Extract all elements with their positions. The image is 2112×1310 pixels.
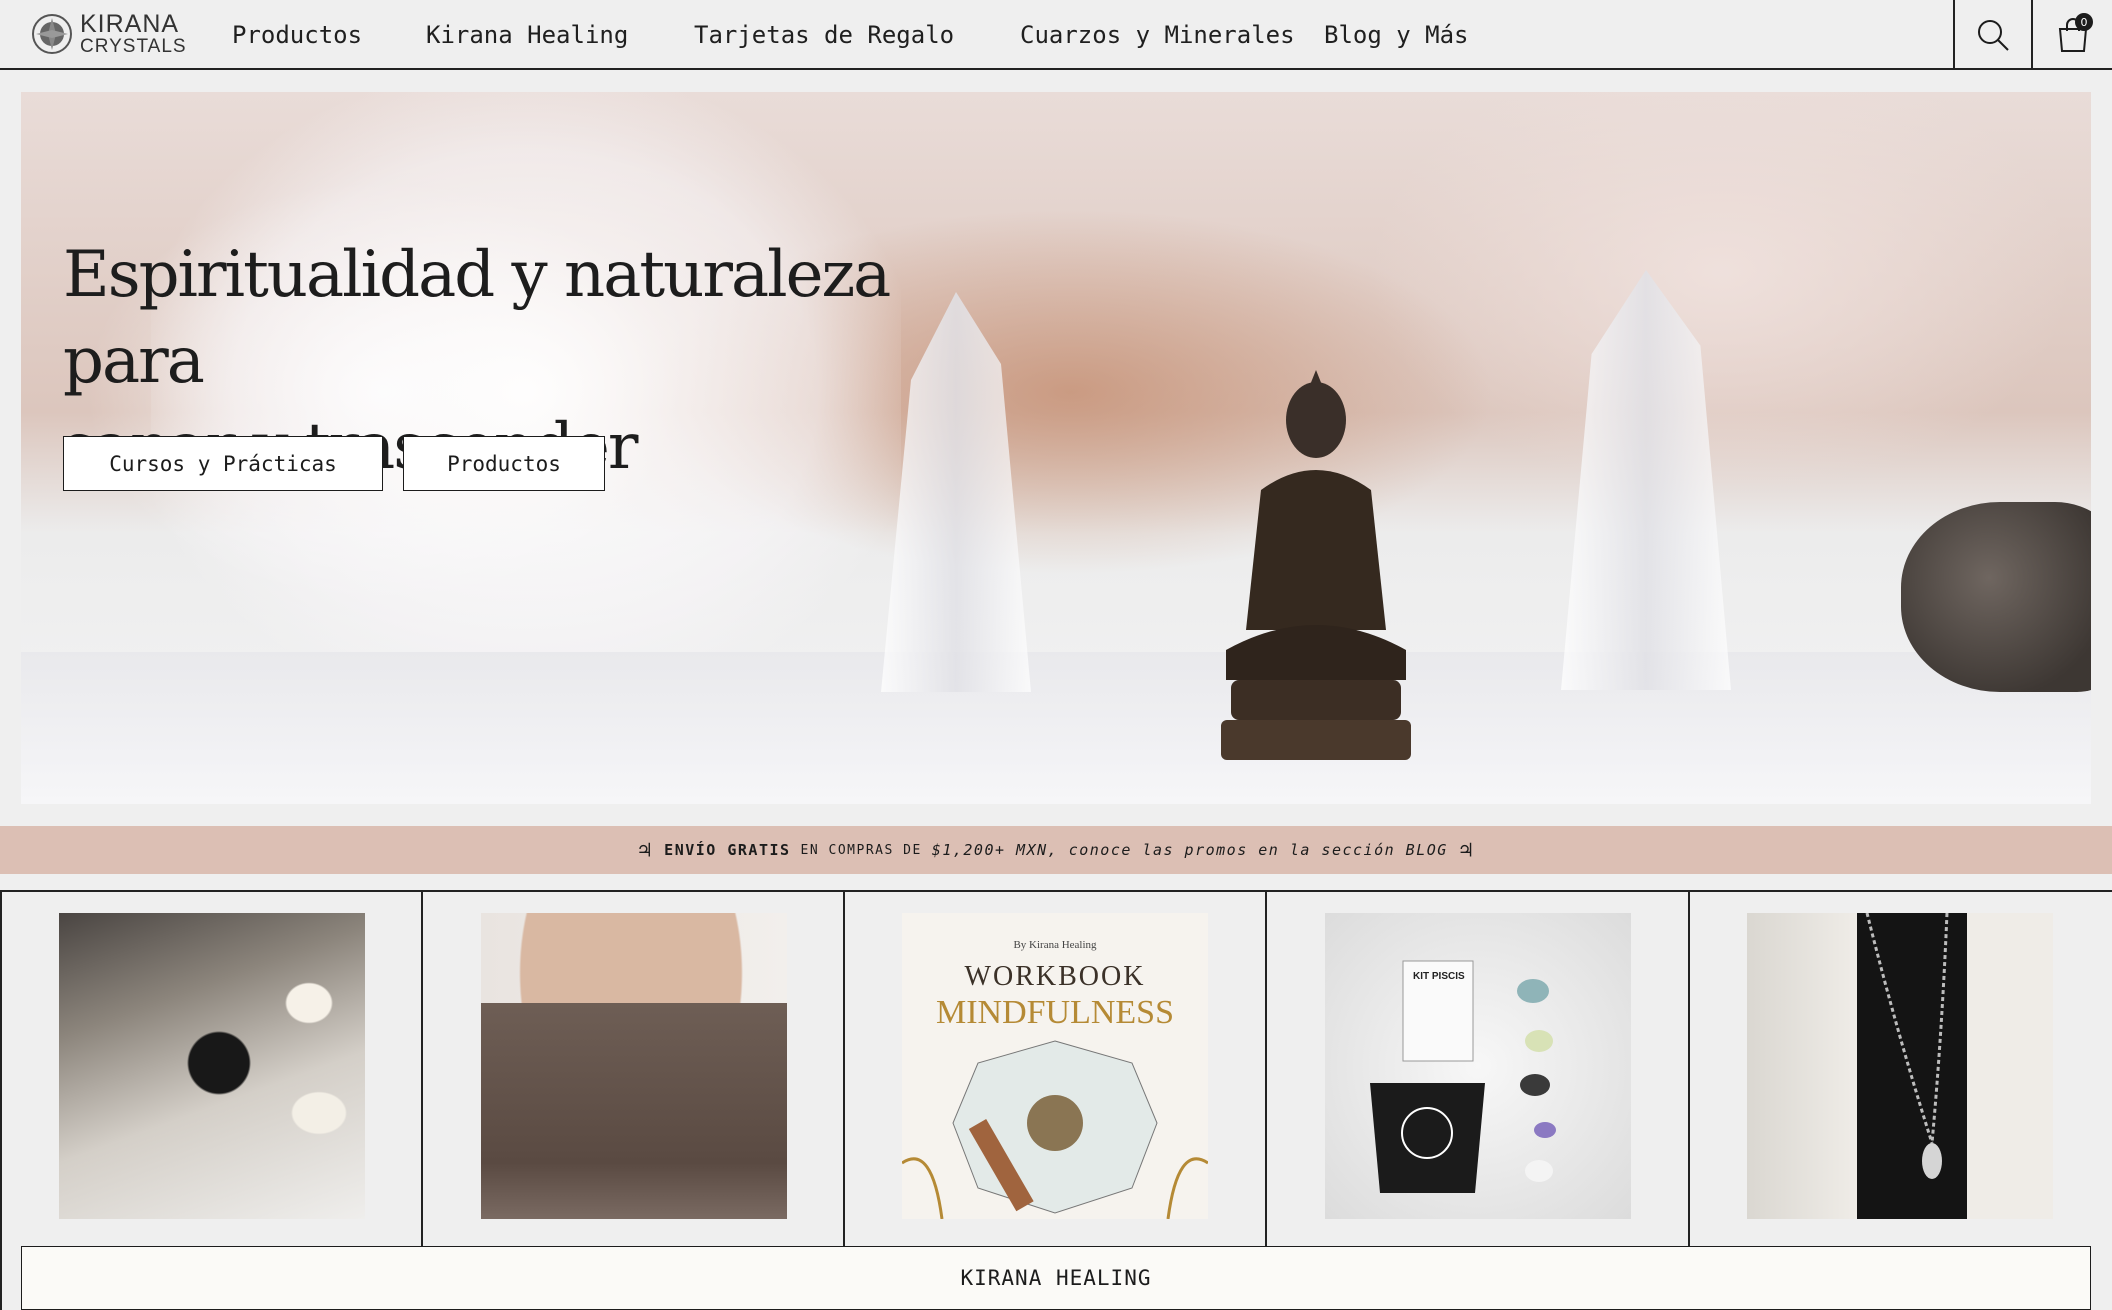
hero-title-line-1: Espiritualidad y naturaleza para [63, 238, 891, 398]
product-image-kit[interactable]: KIT PISCIS [1325, 913, 1631, 1219]
search-button[interactable] [1953, 0, 2031, 70]
promo-small-text: EN COMPRAS DE [800, 842, 922, 858]
kit-label-text: KIT PISCIS [1413, 971, 1465, 982]
site-header: KIRANA CRYSTALS Productos Kirana Healing… [0, 0, 2112, 70]
nav-item-blog-y-mas[interactable]: Blog y Más [1324, 21, 1504, 49]
nav-item-productos[interactable]: Productos [232, 21, 426, 49]
workbook-subtitle-text: MINDFULNESS [936, 994, 1174, 1031]
workbook-cover: By Kirana Healing WORKBOOK MINDFULNESS [902, 939, 1208, 1219]
logo-line-1: KIRANA [80, 10, 180, 38]
hero-buddha-statue [1221, 370, 1411, 760]
kit-piscis-photo: KIT PISCIS [1370, 960, 1556, 1193]
workbook-title-text: WORKBOOK [965, 961, 1146, 992]
product-image-candles[interactable] [59, 913, 365, 1219]
pendant-photo [1865, 913, 1949, 1179]
promo-bold-text: ENVÍO GRATIS [664, 841, 791, 859]
hero-rock [1901, 502, 2091, 692]
main-nav: Productos Kirana Healing Tarjetas de Reg… [232, 0, 1504, 70]
jupiter-symbol-icon: ♃ [1459, 838, 1474, 862]
hero-floor [21, 652, 2091, 804]
logo-line-2: CRYSTALS [80, 36, 187, 57]
hero-banner: Espiritualidad y naturaleza para sanar y… [21, 92, 2091, 804]
nav-item-cuarzos-y-minerales[interactable]: Cuarzos y Minerales [1020, 21, 1324, 49]
nav-item-kirana-healing[interactable]: Kirana Healing [426, 21, 694, 49]
jupiter-symbol-icon: ♃ [638, 838, 653, 862]
product-image-pendant[interactable] [1747, 913, 2053, 1219]
logo[interactable]: KIRANA CRYSTALS [30, 10, 187, 58]
product-image-necklace[interactable] [481, 913, 787, 1219]
logo-mandala-icon [32, 14, 72, 54]
hero-crystal-right [1561, 270, 1731, 690]
kirana-healing-bar[interactable]: KIRANA HEALING [21, 1246, 2091, 1310]
products-button[interactable]: Productos [403, 436, 605, 491]
product-image-workbook[interactable]: By Kirana Healing WORKBOOK MINDFULNESS [902, 913, 1208, 1219]
nav-item-tarjetas-de-regalo[interactable]: Tarjetas de Regalo [694, 21, 1020, 49]
workbook-by-text: By Kirana Healing [1013, 939, 1097, 951]
cart-count-badge: 0 [2075, 13, 2093, 31]
search-icon [1978, 20, 2009, 51]
cart-button[interactable]: 0 [2031, 0, 2112, 70]
promo-bar: ♃ ENVÍO GRATIS EN COMPRAS DE $1,200+ MXN… [0, 826, 2112, 874]
courses-button[interactable]: Cursos y Prácticas [63, 436, 383, 491]
promo-italic-text: $1,200+ MXN, conoce las promos en la sec… [931, 841, 1448, 859]
